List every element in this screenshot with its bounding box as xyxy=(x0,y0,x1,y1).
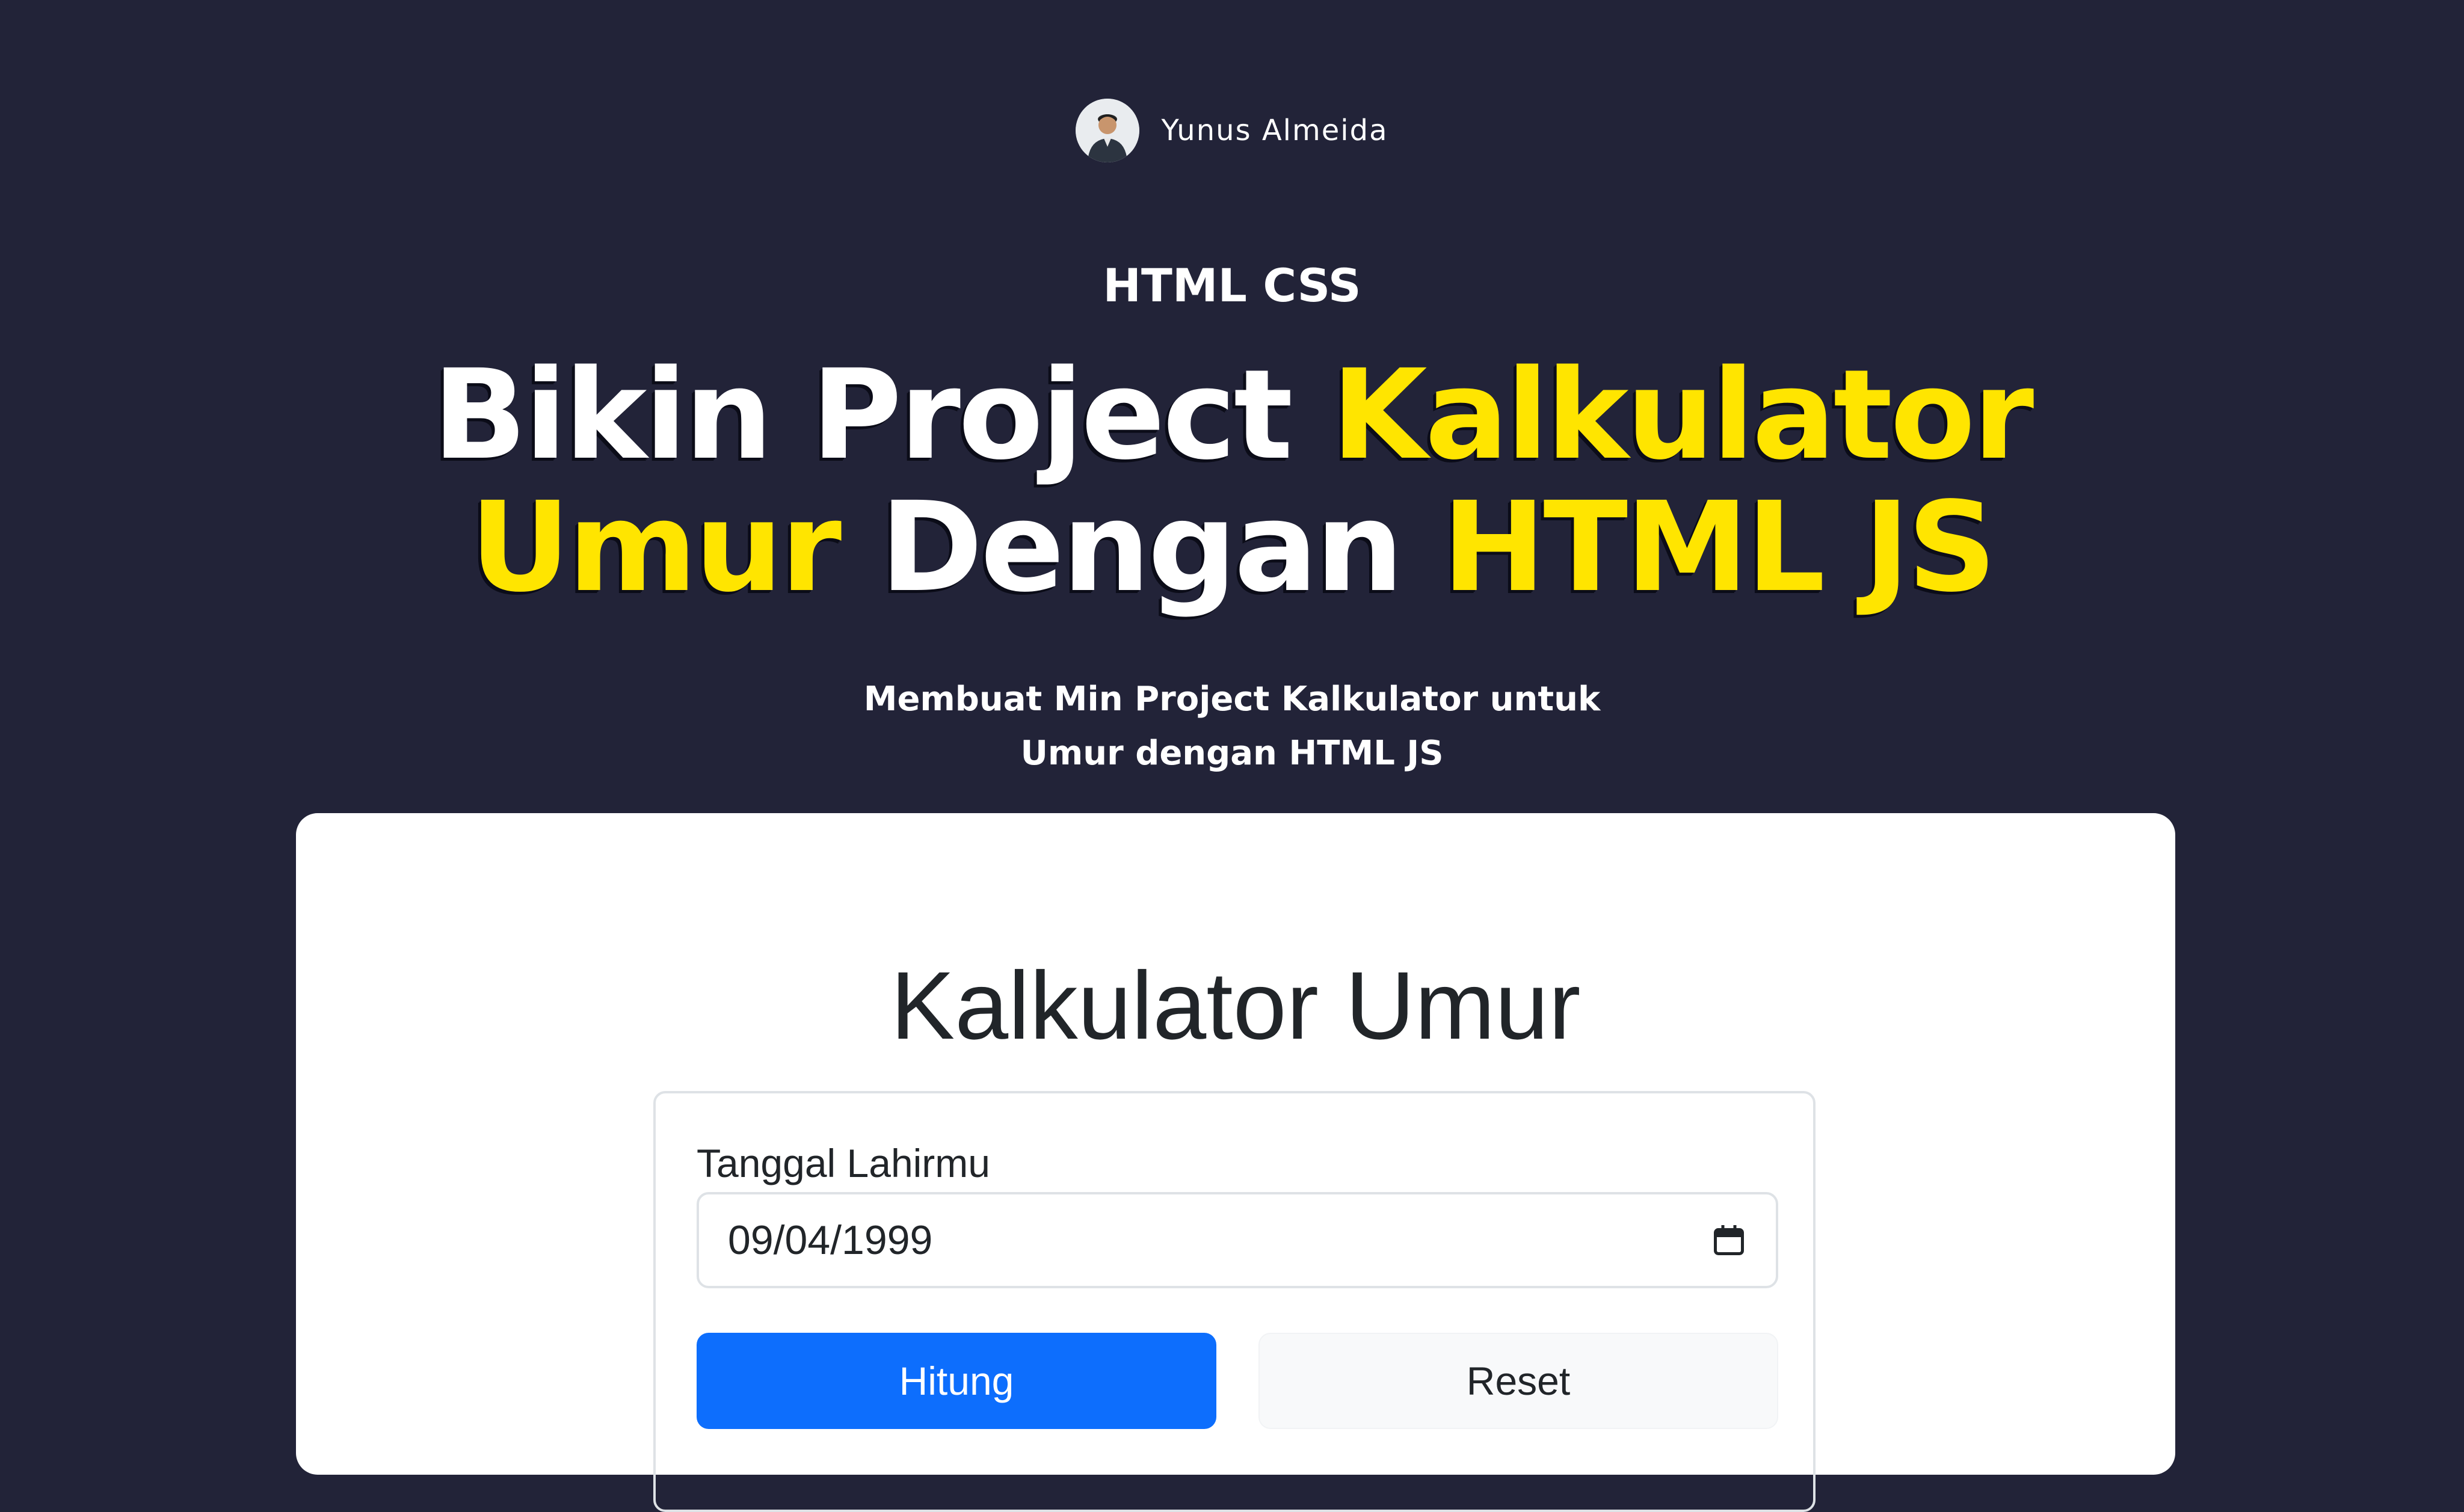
headline-highlight: HTML JS xyxy=(1442,475,1997,619)
subtitle-line-1: Membuat Min Project Kalkulator untuk xyxy=(863,680,1601,719)
person-avatar-icon xyxy=(1076,99,1140,162)
app-title: Kalkulator Umur xyxy=(890,951,1581,1059)
category-label: HTML CSS xyxy=(1103,259,1361,312)
headline: Bikin Project Kalkulator Umur Dengan HTM… xyxy=(0,349,2464,613)
author-name: Yunus Almeida xyxy=(1161,114,1388,147)
form-container: Tanggal Lahirmu 09/04/1999 Hitung Reset xyxy=(653,1091,1816,1512)
birthdate-value: 09/04/1999 xyxy=(728,1217,933,1263)
subtitle: Membuat Min Project Kalkulator untuk Umu… xyxy=(0,672,2464,781)
headline-line-1: Bikin Project Kalkulator xyxy=(0,349,2464,481)
app-card: Kalkulator Umur Tanggal Lahirmu 09/04/19… xyxy=(296,813,2175,1512)
author-avatar xyxy=(1076,99,1140,162)
hitung-button[interactable]: Hitung xyxy=(697,1333,1216,1429)
birthdate-label: Tanggal Lahirmu xyxy=(697,1141,990,1185)
headline-text: Dengan xyxy=(839,475,1443,619)
headline-text: Bikin Project xyxy=(432,343,1332,487)
birthdate-input[interactable]: 09/04/1999 xyxy=(697,1192,1778,1288)
headline-line-2: Umur Dengan HTML JS xyxy=(0,481,2464,613)
headline-highlight: Kalkulator xyxy=(1331,343,2034,487)
subtitle-line-2: Umur dengan HTML JS xyxy=(1020,734,1444,773)
headline-highlight: Umur xyxy=(469,475,842,619)
author-block: Yunus Almeida xyxy=(0,99,2464,162)
calendar-icon[interactable] xyxy=(1711,1222,1747,1259)
reset-button[interactable]: Reset xyxy=(1258,1333,1778,1429)
